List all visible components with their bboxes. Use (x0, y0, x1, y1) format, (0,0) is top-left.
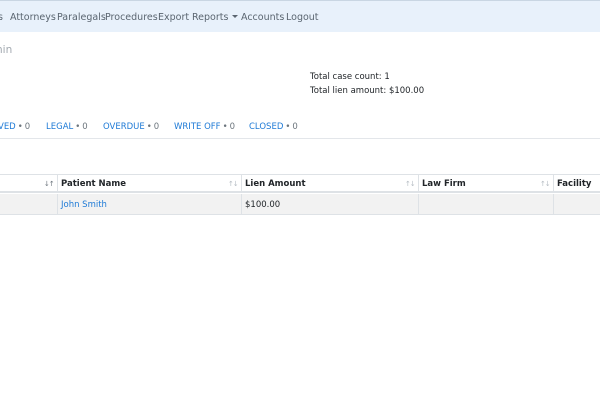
nav-item-attorneys[interactable]: Attorneys (10, 12, 56, 23)
status-count: 0 (292, 122, 298, 132)
nav-item-logout[interactable]: Logout (286, 12, 319, 23)
status-tab-legal[interactable]: LEGAL • 0 (46, 122, 88, 132)
table-cell-facility (553, 194, 600, 214)
table-cell-patient-name: John Smith (57, 194, 241, 214)
separator-dot: • (75, 122, 81, 132)
nav-item-paralegals[interactable]: Paralegals (57, 12, 106, 23)
status-filter-bar: VED • 0 LEGAL • 0 OVERDUE • 0 WRITE OFF • 0 CLOS… (0, 120, 600, 138)
nav-item-accounts[interactable]: Accounts (241, 12, 284, 23)
column-header-lien-amount[interactable]: Lien Amount ↑↓ (241, 175, 418, 191)
nav-item-reports[interactable]: Reports (192, 12, 239, 23)
separator-dot: • (17, 122, 23, 132)
status-tab-label: LEGAL (46, 122, 74, 132)
sort-icon[interactable]: ↑↓ (228, 180, 239, 188)
nav-item-reports-label: Reports (192, 12, 229, 23)
column-header-label: Facility (557, 179, 592, 189)
column-header-facility[interactable]: Facility (553, 175, 600, 191)
status-tab-write-off[interactable]: WRITE OFF • 0 (174, 122, 235, 132)
patient-name-link[interactable]: John Smith (61, 200, 107, 210)
column-header-label: Law Firm (422, 179, 466, 189)
separator-dot: • (285, 122, 291, 132)
divider (0, 138, 600, 139)
total-lien-amount: Total lien amount: $100.00 (310, 86, 425, 96)
status-tab-label: CLOSED (249, 122, 284, 132)
separator-dot: • (146, 122, 152, 132)
lien-amount-value: $100.00 (245, 200, 281, 210)
column-header-label: Lien Amount (245, 179, 306, 189)
nav-item-export[interactable]: Export (158, 12, 189, 23)
column-header-first[interactable]: ↓↑ (0, 175, 57, 191)
table-row: John Smith $100.00 (0, 194, 600, 215)
top-navbar: s Attorneys Paralegals Procedures Export… (0, 0, 600, 32)
sort-icon[interactable]: ↑↓ (540, 180, 551, 188)
table-cell-first (0, 194, 57, 214)
sort-icon[interactable]: ↑↓ (405, 180, 416, 188)
separator-dot: • (222, 122, 228, 132)
table-header-row: ↓↑ Patient Name ↑↓ Lien Amount ↑↓ Law Fi… (0, 174, 600, 193)
column-header-law-firm[interactable]: Law Firm ↑↓ (418, 175, 553, 191)
status-count: 0 (24, 122, 31, 132)
status-count: 0 (229, 122, 235, 132)
status-count: 0 (153, 122, 160, 132)
sort-desc-icon[interactable]: ↓↑ (44, 180, 55, 188)
total-case-count: Total case count: 1 (310, 72, 390, 82)
chevron-down-icon (232, 15, 239, 18)
column-header-patient-name[interactable]: Patient Name ↑↓ (57, 175, 241, 191)
status-tab-overdue[interactable]: OVERDUE • 0 (103, 122, 159, 132)
page-heading: nin (0, 44, 13, 56)
status-tab-approved[interactable]: VED • 0 (0, 122, 30, 132)
nav-item-cut[interactable]: s (0, 12, 3, 23)
table-cell-lien-amount: $100.00 (241, 194, 418, 214)
status-tab-closed[interactable]: CLOSED • 0 (249, 122, 298, 132)
nav-item-procedures[interactable]: Procedures (105, 12, 158, 23)
status-tab-label: OVERDUE (103, 122, 145, 132)
table-cell-law-firm (418, 194, 553, 214)
status-count: 0 (82, 122, 88, 132)
status-tab-label: WRITE OFF (174, 122, 221, 132)
status-tab-label: VED (0, 122, 16, 132)
column-header-label: Patient Name (61, 179, 127, 189)
